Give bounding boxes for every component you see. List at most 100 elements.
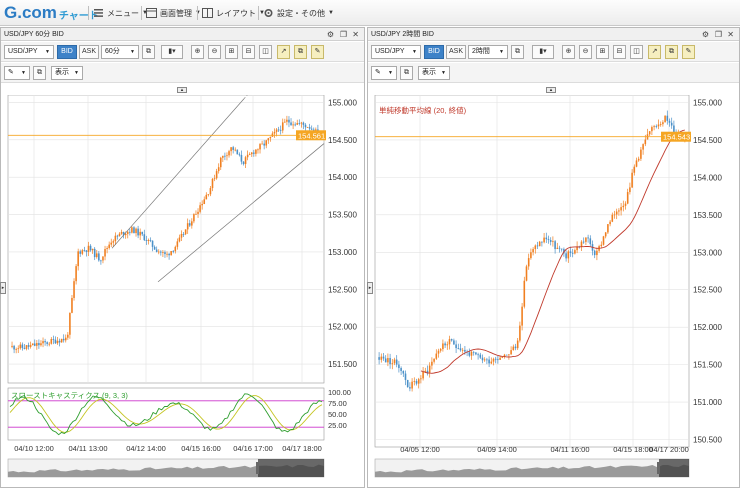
right-restore-icon[interactable]: ❐ xyxy=(715,28,722,41)
candle-body xyxy=(281,122,284,131)
right-export-icon[interactable]: ↗ xyxy=(648,45,661,59)
menu-button[interactable]: メニュー ▼ xyxy=(88,6,148,20)
left-zoom-out-icon[interactable]: ⊖ xyxy=(208,45,221,59)
settings-button[interactable]: 設定・その他 ▼ xyxy=(258,6,334,20)
left-grid-icon[interactable]: ⊟ xyxy=(242,45,255,59)
left-interval-select[interactable]: 60分 ▼ xyxy=(101,45,139,59)
candle-body xyxy=(145,240,148,242)
right-bid-button[interactable]: BID xyxy=(424,45,444,59)
candle-body xyxy=(162,252,164,253)
right-zoom-out-icon[interactable]: ⊖ xyxy=(579,45,592,59)
left-grid4-icon[interactable]: ⊞ xyxy=(225,45,238,59)
layout-button[interactable]: レイアウト ▼ xyxy=(197,6,265,20)
candle-body xyxy=(530,252,532,259)
right-close-icon[interactable]: ✕ xyxy=(727,28,734,41)
right-gear-icon[interactable]: ⚙ xyxy=(702,28,709,41)
left-edit-icon[interactable]: ✎ xyxy=(311,45,324,59)
candle-body xyxy=(642,144,644,150)
x-tick-label: 04/17 18:00 xyxy=(282,444,322,453)
left-panel-title-bar: USD/JPY 60分 BID ⚙ ❐ ✕ xyxy=(1,28,364,41)
left-template-icon[interactable]: ⧉ xyxy=(33,66,46,80)
right-edit-icon[interactable]: ✎ xyxy=(682,45,695,59)
x-tick-label: 04/05 12:00 xyxy=(400,445,440,454)
right-chart-svg[interactable]: 155.000 154.500 154.000 153.500 153.000 152.5… xyxy=(373,95,737,487)
right-copy-icon[interactable]: ⧉ xyxy=(665,45,678,59)
candle-body xyxy=(494,358,497,360)
right-ask-button[interactable]: ASK xyxy=(446,45,466,59)
right-grid4-icon[interactable]: ⊞ xyxy=(596,45,609,59)
candle-body xyxy=(11,345,13,347)
left-close-icon[interactable]: ✕ xyxy=(352,28,359,41)
left-draw-tool-select[interactable]: ✎ ▼ xyxy=(4,66,30,80)
y-tick-label: 153.000 xyxy=(328,248,357,257)
left-display-select[interactable]: 表示 ▼ xyxy=(51,66,83,80)
right-split-icon[interactable]: ◫ xyxy=(630,45,643,59)
candle-body xyxy=(431,361,433,366)
left-bid-button[interactable]: BID xyxy=(57,45,77,59)
left-split-icon[interactable]: ◫ xyxy=(259,45,272,59)
screen-manage-button[interactable]: 画面管理 ▼ xyxy=(141,6,201,20)
right-interval-select[interactable]: 2時間 ▼ xyxy=(468,45,508,59)
candle-body xyxy=(211,178,214,189)
candle-body xyxy=(188,223,191,226)
y-tick-label: 150.500 xyxy=(693,436,722,445)
candle-body xyxy=(560,248,563,250)
right-template-icon[interactable]: ⧉ xyxy=(400,66,413,80)
left-symbol-select[interactable]: USD/JPY ▼ xyxy=(4,45,54,59)
right-candle-type-icon[interactable]: ▮▾ xyxy=(532,45,554,59)
candle-body xyxy=(124,233,127,236)
right-grid-icon[interactable]: ⊟ xyxy=(613,45,626,59)
candle-body xyxy=(292,124,294,126)
candle-body xyxy=(114,235,117,242)
right-display-select[interactable]: 表示 ▼ xyxy=(418,66,450,80)
logo-main: G.com xyxy=(4,3,57,22)
candle-body xyxy=(259,144,261,150)
candle-body xyxy=(275,129,278,132)
right-top-collapse-handle[interactable]: ▴ xyxy=(546,87,556,93)
left-export-icon[interactable]: ↗ xyxy=(277,45,290,59)
candle-body xyxy=(193,214,195,222)
candle-body xyxy=(217,167,220,172)
candle-body xyxy=(657,124,660,127)
candle-body xyxy=(402,370,405,374)
candle-body xyxy=(147,239,150,242)
right-symbol-select[interactable]: USD/JPY ▼ xyxy=(371,45,421,59)
layout-label: レイアウト xyxy=(216,8,256,18)
candle-body xyxy=(422,371,424,379)
left-copy-icon[interactable]: ⧉ xyxy=(294,45,307,59)
right-sync-icon[interactable]: ⧉ xyxy=(511,45,524,59)
candle-body xyxy=(380,356,383,360)
right-interval-value: 2時間 xyxy=(472,48,490,55)
overview-drag-handle xyxy=(256,462,259,474)
left-ask-button[interactable]: ASK xyxy=(79,45,99,59)
screen-manage-label: 画面管理 xyxy=(160,8,192,18)
y-tick-label: 155.000 xyxy=(328,98,357,107)
indicator-tick-label: 75.00 xyxy=(328,399,347,408)
candle-body xyxy=(670,122,673,126)
left-zoom-in-icon[interactable]: ⊕ xyxy=(191,45,204,59)
left-sync-icon[interactable]: ⧉ xyxy=(142,45,155,59)
x-tick-label: 04/15 16:00 xyxy=(181,444,221,453)
left-restore-icon[interactable]: ❐ xyxy=(340,28,347,41)
candle-body xyxy=(172,251,175,252)
candle-body xyxy=(602,236,605,245)
y-tick-label: 154.500 xyxy=(328,136,357,145)
candle-body xyxy=(286,119,288,122)
candle-body xyxy=(607,224,609,233)
left-gear-icon[interactable]: ⚙ xyxy=(327,28,334,41)
candle-body xyxy=(404,373,407,380)
gear-icon xyxy=(263,8,274,18)
candle-body xyxy=(532,249,534,253)
candle-body xyxy=(521,306,523,326)
right-zoom-in-icon[interactable]: ⊕ xyxy=(562,45,575,59)
candle-body xyxy=(261,143,263,145)
candle-body xyxy=(651,127,653,132)
right-draw-tool-select[interactable]: ✎ ▼ xyxy=(371,66,397,80)
candle-body xyxy=(186,223,189,230)
left-top-collapse-handle[interactable]: ▴ xyxy=(177,87,187,93)
left-toolbar-2: ✎ ▼ ⧉ 表示 ▼ xyxy=(1,63,364,83)
candle-body xyxy=(477,354,479,356)
left-chart-svg[interactable]: 155.000 154.500 154.000 153.500 153.000 152.5… xyxy=(6,95,362,487)
left-candle-type-icon[interactable]: ▮▾ xyxy=(161,45,183,59)
candle-body xyxy=(234,149,237,151)
